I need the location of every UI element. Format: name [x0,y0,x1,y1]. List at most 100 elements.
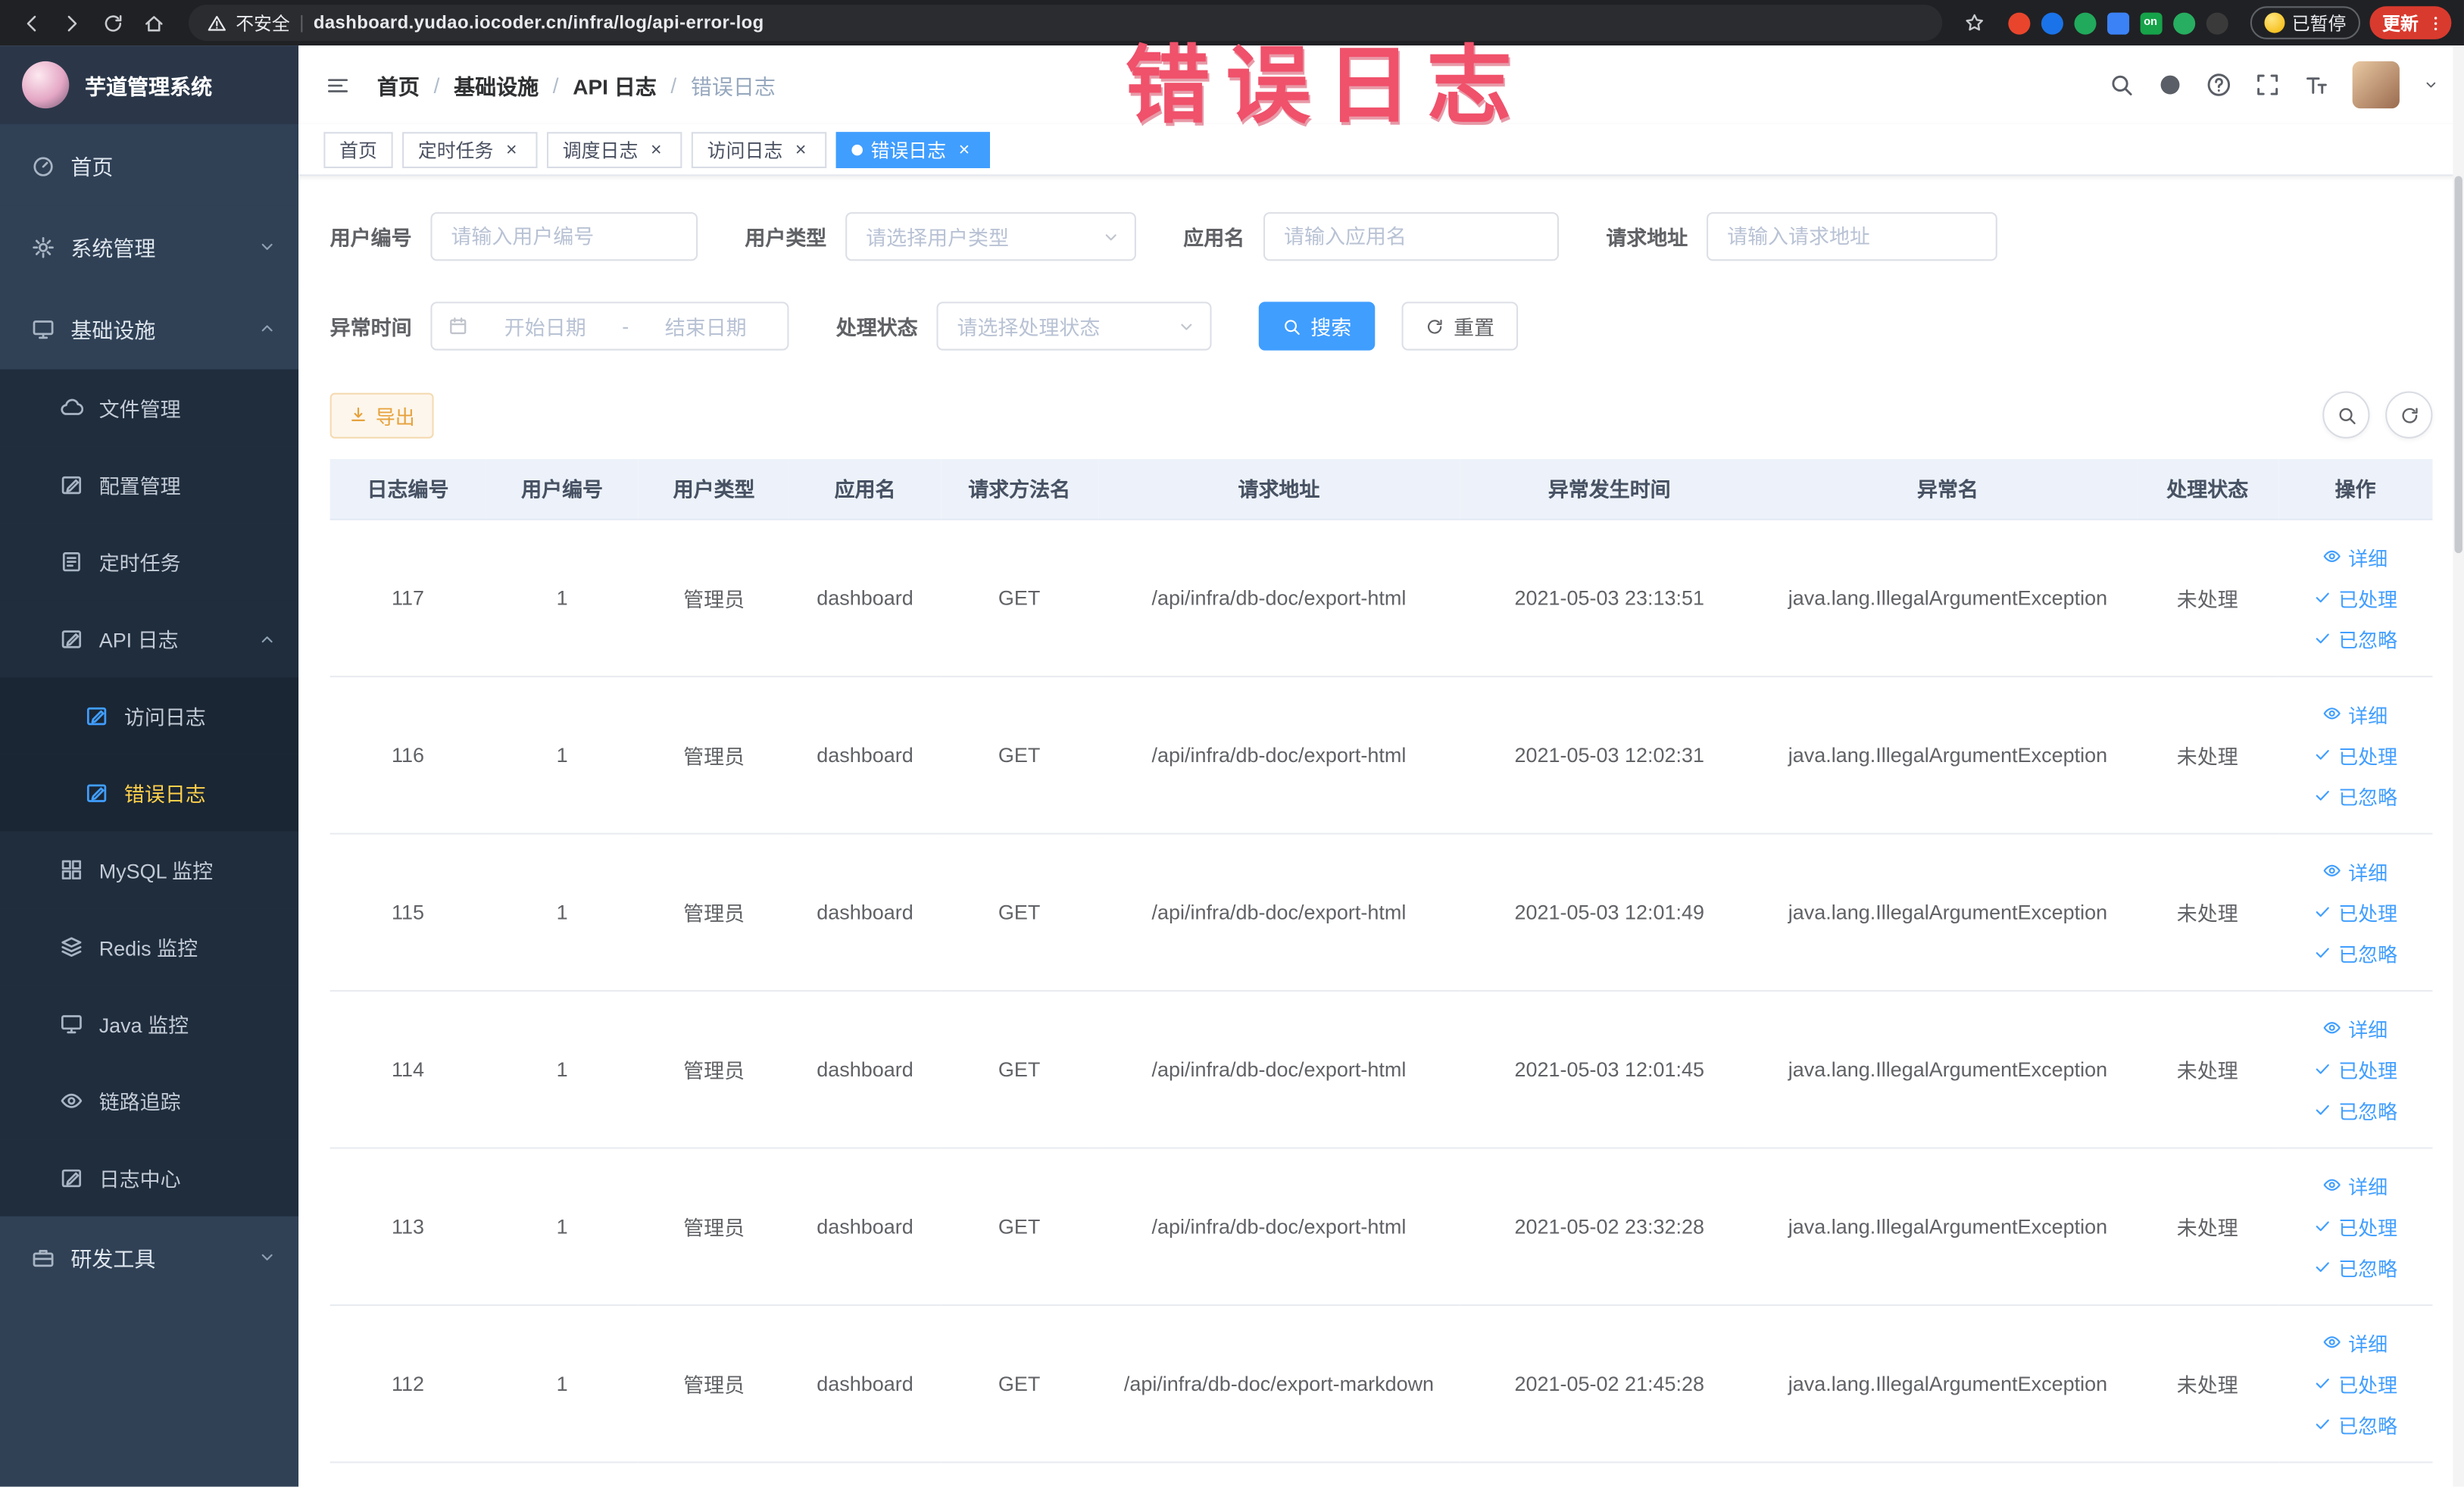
browser-menu-icon[interactable] [2426,12,2445,34]
fullscreen-icon[interactable] [2255,72,2280,97]
mark-ignored-link[interactable]: 已忽略 [2278,617,2433,658]
sidebar-item-job[interactable]: 定时任务 [0,523,299,601]
extension-paw[interactable] [2205,11,2228,34]
extension-leaf[interactable] [2172,11,2195,34]
cell-user_type: 管理员 [638,676,790,834]
detail-link[interactable]: 详细 [2278,850,2433,891]
font-size-icon[interactable] [2303,72,2328,97]
search-button[interactable]: 搜索 [1258,301,1376,351]
cell-url: /api/infra/db-doc/export-html [1098,518,1460,677]
tab-4[interactable]: 错误日志 × [835,131,991,167]
cell-actions: 详细 已处理 已忽略 [2278,518,2433,677]
avatar-caret-icon[interactable] [2423,77,2439,93]
tab-1[interactable]: 定时任务 × [402,131,538,167]
mark-ignored-link[interactable]: 已忽略 [2278,1246,2433,1287]
browser-update-button[interactable]: 更新 [2369,6,2452,39]
sidebar-toggle-icon[interactable] [323,73,351,96]
toggle-search-button[interactable] [2322,391,2370,439]
sidebar-item-access-log[interactable]: 访问日志 [0,677,299,754]
tab-3[interactable]: 访问日志 × [691,131,827,167]
sidebar-item-java[interactable]: Java 监控 [0,985,299,1063]
github-icon[interactable] [2157,72,2182,97]
close-tab-icon[interactable]: × [954,138,974,161]
cell-id: 112 [329,1304,486,1463]
help-icon[interactable] [2206,72,2231,97]
detail-link[interactable]: 详细 [2278,1007,2433,1048]
sidebar-item-label: Java 监控 [98,1014,189,1038]
sidebar-item-logcenter[interactable]: 日志中心 [0,1139,299,1217]
forward-button[interactable] [54,5,92,40]
cell-method: GET [940,989,1098,1148]
scrollbar-thumb[interactable] [2454,176,2462,554]
cell-url: /api/infra/db-doc/export-html [1098,989,1460,1148]
chevron-up-icon [258,319,276,338]
user-id-input[interactable] [430,212,698,261]
reload-icon [102,12,124,34]
chevron-down-icon [1177,317,1196,336]
request-url-input[interactable] [1707,212,1997,261]
sidebar-item-mysql[interactable]: MySQL 监控 [0,831,299,909]
mark-processed-link[interactable]: 已处理 [2278,1363,2433,1404]
sidebar-item-home[interactable]: 首页 [0,123,299,206]
reload-button[interactable] [94,5,132,40]
cell-exception: java.lang.IllegalArgumentException [1759,676,2137,834]
reset-button[interactable]: 重置 [1401,301,1519,351]
sidebar-item-redis[interactable]: Redis 监控 [0,908,299,986]
close-tab-icon[interactable]: × [791,138,811,161]
page-scrollbar[interactable] [2453,45,2464,1487]
tab-0[interactable]: 首页 [323,131,393,167]
extension-green-circle[interactable] [2073,11,2096,34]
column-header: 异常名 [1759,458,2137,520]
cell-id: 116 [329,676,486,834]
detail-link[interactable]: 详细 [2278,1164,2433,1205]
sidebar-item-devtools[interactable]: 研发工具 [0,1216,299,1298]
breadcrumb-item[interactable]: API 日志 [573,69,657,100]
mark-processed-link[interactable]: 已处理 [2278,1205,2433,1246]
close-tab-icon[interactable]: × [646,138,667,161]
extension-blue-grid[interactable] [2106,11,2129,34]
close-tab-icon[interactable]: × [501,138,522,161]
detail-link[interactable]: 详细 [2278,1322,2433,1363]
refresh-table-button[interactable] [2385,391,2433,439]
header-search-icon[interactable] [2109,72,2134,97]
paused-extension-button[interactable]: 已暂停 [2249,6,2361,39]
user-type-select[interactable]: 请选择用户类型 [845,212,1137,261]
breadcrumb-item[interactable]: 首页 [377,69,420,100]
mark-processed-link[interactable]: 已处理 [2278,576,2433,617]
sidebar-item-infra[interactable]: 基础设施 [0,287,299,370]
detail-link[interactable]: 详细 [2278,536,2433,576]
sidebar-item-file[interactable]: 文件管理 [0,369,299,447]
sidebar-item-error-log[interactable]: 错误日志 [0,754,299,832]
sidebar-item-config[interactable]: 配置管理 [0,446,299,523]
cell-user_type: 管理员 [638,1147,790,1305]
mark-ignored-link[interactable]: 已忽略 [2278,932,2433,973]
sidebar-item-api-log[interactable]: API 日志 [0,600,299,678]
user-avatar[interactable] [2352,61,2400,109]
back-button[interactable] [13,5,51,40]
download-icon [349,405,368,424]
mark-ignored-link[interactable]: 已忽略 [2278,1404,2433,1445]
sidebar-item-trace[interactable]: 链路追踪 [0,1062,299,1140]
mark-processed-link[interactable]: 已处理 [2278,891,2433,932]
app-name-input[interactable] [1263,212,1560,261]
process-status-select[interactable]: 请选择处理状态 [936,301,1212,351]
sidebar-item-system[interactable]: 系统管理 [0,205,299,288]
mark-processed-link[interactable]: 已处理 [2278,734,2433,775]
detail-link[interactable]: 详细 [2278,693,2433,734]
address-bar[interactable]: 不安全 | dashboard.yudao.iocoder.cn/infra/l… [188,5,1942,41]
mark-ignored-link[interactable]: 已忽略 [2278,775,2433,816]
extension-red-circle[interactable] [2007,11,2030,34]
export-button[interactable]: 导出 [329,392,434,438]
breadcrumb-item[interactable]: 基础设施 [454,69,539,100]
extension-on-badge[interactable]: on [2139,11,2162,34]
mark-processed-link[interactable]: 已处理 [2278,1048,2433,1089]
extension-blue-drop[interactable] [2040,11,2063,34]
bookmark-button[interactable] [1957,5,1992,40]
home-button[interactable] [135,5,173,40]
cell-time: 2021-05-02 21:45:28 [1460,1304,1760,1463]
mark-ignored-link[interactable]: 已忽略 [2278,1089,2433,1130]
exception-time-range-picker[interactable]: 开始日期 - 结束日期 [430,301,789,351]
app-logo[interactable]: 芋道管理系统 [0,45,299,124]
tab-2[interactable]: 调度日志 × [547,131,682,167]
cell-app: dashboard [789,676,941,834]
